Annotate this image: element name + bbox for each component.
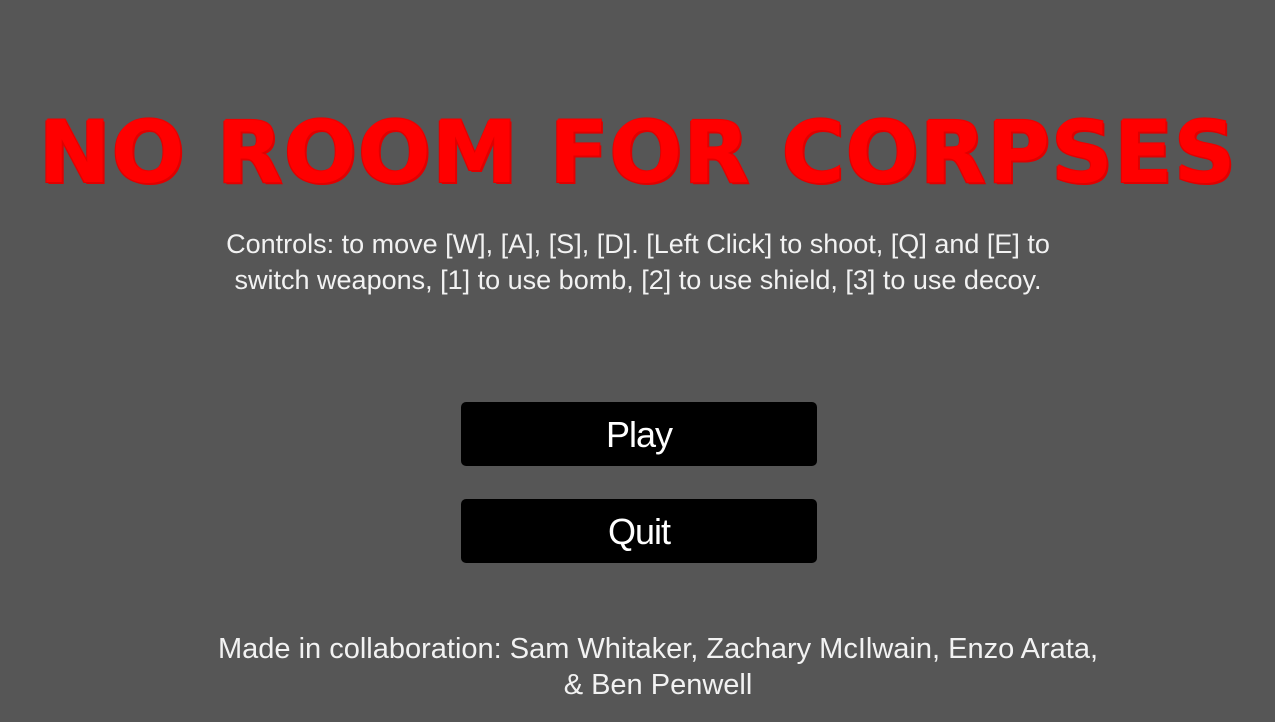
- controls-instructions: Controls: to move [W], [A], [S], [D]. [L…: [226, 229, 1050, 295]
- credits-text: Made in collaboration: Sam Whitaker, Zac…: [217, 633, 1099, 701]
- play-button-label: Play: [605, 414, 673, 455]
- main-menu-screen: NO ROOM FOR CORPSES Controls: to move [W…: [0, 0, 1275, 722]
- game-title: NO ROOM FOR CORPSES: [38, 103, 1237, 203]
- play-button[interactable]: Play: [461, 402, 817, 466]
- quit-button[interactable]: Quit: [461, 499, 817, 563]
- quit-button-label: Quit: [607, 511, 671, 552]
